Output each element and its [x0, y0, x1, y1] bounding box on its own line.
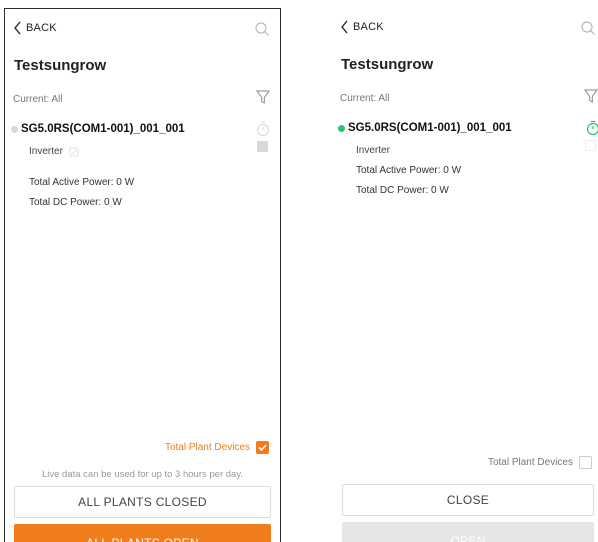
status-dot-online	[338, 124, 345, 132]
total-plant-devices-label: Total Plant Devices	[487, 457, 573, 468]
left-screen: BACK Testsungrow Current: All SG5.0RS(CO…	[4, 8, 281, 542]
all-plants-open-button[interactable]: ALL PLANTS OPEN	[14, 524, 271, 542]
device-type-row: Inverter	[29, 146, 79, 157]
inverter-icon	[69, 147, 79, 156]
search-icon[interactable]	[254, 21, 270, 37]
device-suffix: (COM1-001)_001_001	[69, 123, 185, 135]
stopwatch-icon[interactable]	[586, 120, 598, 136]
device-type: Inverter	[356, 145, 390, 156]
device-name: SG5.0RS(COM1-001)_001_001	[21, 123, 185, 135]
checkbox-icon[interactable]	[579, 456, 592, 469]
current-filter-label: Current: All	[13, 94, 63, 105]
plant-title: Testsungrow	[341, 56, 434, 73]
chevron-left-icon	[14, 21, 21, 35]
open-button[interactable]: OPEN	[342, 522, 594, 542]
chevron-left-icon	[341, 20, 348, 34]
device-row[interactable]: SG5.0RS(COM1-001)_001_001	[338, 119, 598, 137]
status-dot-offline	[11, 125, 18, 133]
device-row[interactable]: SG5.0RS(COM1-001)_001_001	[11, 120, 272, 138]
total-plant-devices-toggle[interactable]: Total Plant Devices	[488, 456, 592, 469]
live-data-note: Live data can be used for up to 3 hours …	[41, 469, 244, 480]
device-name: SG5.0RS(COM1-001)_001_001	[348, 122, 512, 134]
back-button[interactable]: BACK	[13, 21, 272, 35]
total-plant-devices-toggle[interactable]: Total Plant Devices	[165, 441, 269, 454]
stopwatch-icon[interactable]	[256, 121, 270, 137]
total-dc-power: Total DC Power: 0 W	[356, 185, 449, 196]
device-suffix: (COM1-001)_001_001	[396, 122, 512, 134]
current-filter-label: Current: All	[340, 93, 390, 104]
back-label: BACK	[353, 21, 384, 33]
back-label: BACK	[26, 22, 57, 34]
filter-funnel-icon[interactable]	[584, 88, 598, 104]
device-type-row: Inverter	[356, 145, 390, 156]
checkmark-icon	[258, 444, 267, 452]
total-active-power: Total Active Power: 0 W	[356, 165, 462, 176]
total-active-power: Total Active Power: 0 W	[29, 177, 135, 188]
top-bar: BACK	[340, 20, 595, 40]
total-plant-devices-label: Total Plant Devices	[164, 442, 250, 453]
filter-funnel-icon[interactable]	[256, 89, 270, 105]
device-model: SG5.0RS	[348, 122, 397, 134]
all-plants-closed-button[interactable]: ALL PLANTS CLOSED	[14, 486, 271, 518]
back-button[interactable]: BACK	[340, 20, 590, 34]
checkbox-icon[interactable]	[256, 441, 269, 454]
device-model: SG5.0RS	[21, 123, 70, 135]
right-screen: BACK Testsungrow Current: All SG5.0RS(CO…	[332, 8, 598, 542]
plant-title: Testsungrow	[14, 57, 107, 74]
device-type: Inverter	[29, 146, 63, 157]
device-select-square[interactable]	[585, 140, 596, 151]
device-select-square[interactable]	[257, 141, 268, 152]
close-button[interactable]: CLOSE	[342, 484, 594, 516]
search-icon[interactable]	[580, 20, 596, 36]
total-dc-power: Total DC Power: 0 W	[29, 197, 122, 208]
top-bar: BACK	[13, 21, 272, 41]
